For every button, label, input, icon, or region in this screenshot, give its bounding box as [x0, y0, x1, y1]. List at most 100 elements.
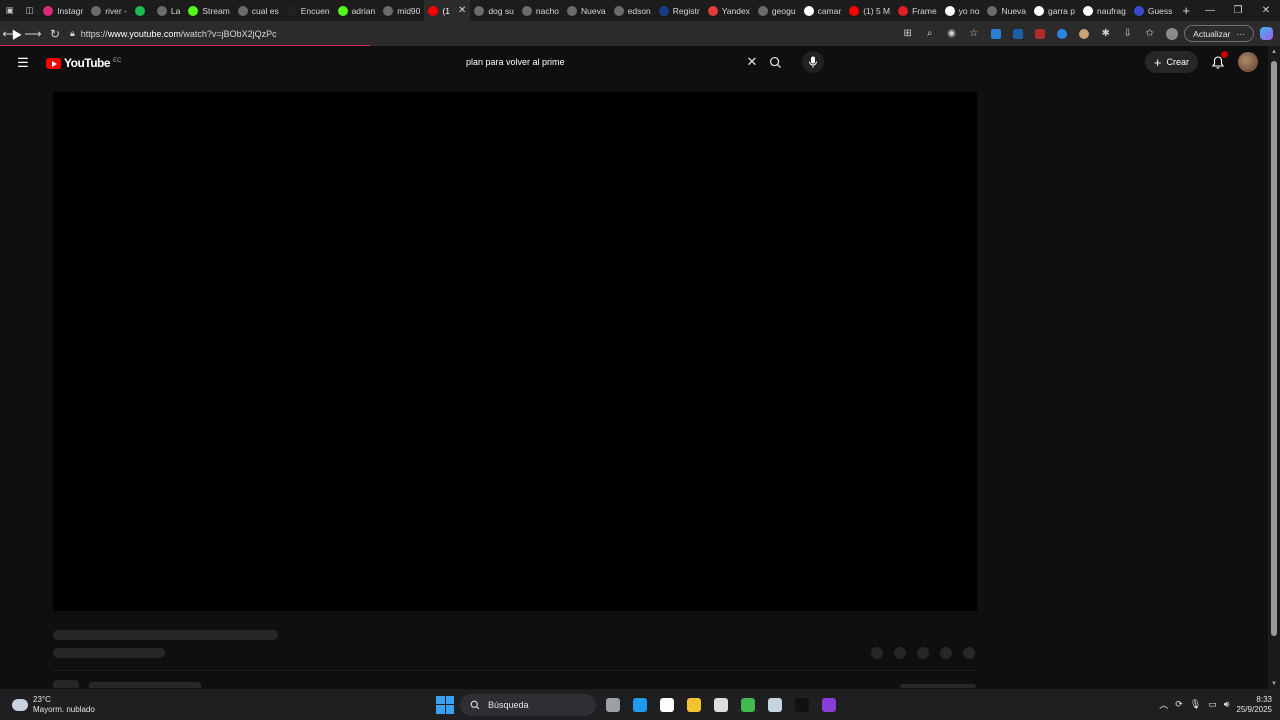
reload-button[interactable]: ↻ — [44, 23, 66, 45]
url-host: www.youtube.com — [107, 28, 181, 39]
tab-favicon-icon — [1034, 5, 1045, 16]
browser-tab[interactable]: Stream — [184, 0, 233, 21]
start-windows-icon[interactable] — [436, 695, 454, 714]
browser-tab[interactable]: cual es — [234, 0, 283, 21]
app-available-icon[interactable]: ⊞ — [898, 24, 917, 43]
browser-tab[interactable]: nacho — [518, 0, 563, 21]
browser-tab[interactable]: (1) 5 M — [845, 0, 894, 21]
clear-search-icon[interactable]: ✕ — [742, 54, 762, 70]
search-box[interactable]: plan para volver al prime ✕ — [457, 51, 762, 73]
notification-badge — [1221, 51, 1228, 58]
favorite-star-icon[interactable]: ☆ — [964, 24, 983, 43]
tab-favicon-icon — [286, 5, 297, 16]
scroll-up-icon[interactable]: ▲ — [1268, 49, 1280, 55]
extension-translate-icon[interactable] — [986, 24, 1005, 43]
forward-button[interactable]: ⟶ — [22, 23, 44, 45]
tracking-prevention-icon[interactable]: ◉ — [942, 24, 961, 43]
chevron-up-icon[interactable]: ︿ — [1159, 698, 1168, 711]
close-tab-icon[interactable]: ✕ — [458, 5, 466, 16]
microphone-icon — [809, 56, 817, 68]
browser-tab[interactable]: La — [153, 0, 184, 21]
guide-menu-icon[interactable]: ☰ — [0, 55, 46, 71]
browser-tab[interactable]: Frame — [894, 0, 941, 21]
browser-tab[interactable]: dog su — [470, 0, 518, 21]
browser-tab[interactable]: Nueva — [983, 0, 1030, 21]
scrollbar-thumb[interactable] — [1271, 61, 1277, 636]
browser-tab[interactable]: yo no — [941, 0, 984, 21]
clock[interactable]: 8:33 25/9/2025 — [1236, 695, 1272, 715]
create-label: Crear — [1166, 57, 1189, 67]
maximize-icon[interactable]: ❐ — [1224, 5, 1252, 16]
close-window-icon[interactable]: ✕ — [1252, 5, 1280, 16]
sync-icon[interactable]: ⟳ — [1175, 699, 1183, 710]
browser-tab[interactable]: Guess — [1130, 0, 1177, 21]
terminal-icon[interactable] — [737, 694, 759, 716]
browser-tab[interactable]: garra p — [1030, 0, 1079, 21]
new-tab-button[interactable]: + — [1176, 3, 1196, 18]
update-label: Actualizar — [1193, 28, 1231, 39]
minimize-icon[interactable]: — — [1196, 5, 1224, 16]
avatar[interactable] — [1238, 52, 1258, 72]
zoom-icon[interactable]: ⌕ — [920, 24, 939, 43]
cloud-icon — [12, 698, 28, 711]
workspaces-icon[interactable]: ▣ — [0, 0, 20, 21]
browser-tab[interactable]: Nueva — [563, 0, 610, 21]
address-bar[interactable]: 🔒︎ https://www.youtube.com/watch?v=jBObX… — [70, 24, 890, 43]
site-info-icon[interactable]: 🔒︎ — [70, 28, 75, 39]
tab-favicon-icon — [91, 5, 102, 16]
chrome-icon[interactable] — [710, 694, 732, 716]
edge-icon[interactable] — [629, 694, 651, 716]
action-placeholder — [940, 647, 952, 659]
microphone-tray-icon[interactable]: 🎙︎ — [1190, 699, 1201, 710]
chrome-icon-glyph — [714, 697, 728, 712]
profile-icon[interactable] — [1162, 24, 1181, 43]
app-icon[interactable] — [791, 694, 813, 716]
search-button[interactable] — [764, 51, 786, 73]
browser-tab[interactable]: river - — [87, 0, 131, 21]
scroll-down-icon[interactable]: ▼ — [1268, 681, 1280, 687]
taskbar-search[interactable]: Búsqueda — [460, 693, 596, 716]
more-options-icon[interactable]: ··· — [1237, 29, 1246, 39]
browser-tab[interactable]: Instagr — [39, 0, 87, 21]
purple-app-icon[interactable] — [818, 694, 840, 716]
create-button[interactable]: + Crear — [1144, 51, 1198, 73]
channel-avatar-placeholder — [53, 680, 79, 688]
favorites-icon[interactable]: ✩ — [1140, 24, 1159, 43]
tab-favicon-icon — [944, 5, 955, 16]
video-player[interactable] — [53, 92, 977, 611]
browser-tab[interactable]: Registr — [655, 0, 704, 21]
task-view-icon[interactable] — [602, 694, 624, 716]
page-scrollbar[interactable]: ▲ ▼ — [1268, 46, 1280, 689]
browser-tab[interactable] — [131, 0, 153, 21]
browser-tab[interactable]: adrian — [334, 0, 380, 21]
copilot-icon[interactable] — [1257, 24, 1276, 43]
extension-shield-icon[interactable] — [1052, 24, 1071, 43]
browser-tab[interactable]: edson — [610, 0, 655, 21]
file-explorer-icon[interactable] — [683, 694, 705, 716]
extensions-puzzle-icon[interactable]: ✱ — [1096, 24, 1115, 43]
browser-tab[interactable]: Encuen — [283, 0, 334, 21]
tab-active[interactable]: (1 ✕ — [424, 0, 471, 21]
extension-audio-icon[interactable] — [1008, 24, 1027, 43]
browser-tab[interactable]: mid90 — [379, 0, 424, 21]
weather-widget[interactable]: 23°C Mayorm. nublado — [0, 695, 200, 715]
youtube-logo[interactable]: YouTube EC — [46, 56, 121, 70]
browser-tab[interactable]: naufrag — [1079, 0, 1130, 21]
downloads-icon[interactable]: ⇩ — [1118, 24, 1137, 43]
search-input[interactable]: plan para volver al prime — [457, 57, 742, 67]
tab-label: Registr — [672, 5, 700, 16]
store-icon[interactable] — [656, 694, 678, 716]
update-button[interactable]: Actualizar ··· — [1184, 25, 1254, 42]
browser-tab[interactable]: camar — [800, 0, 846, 21]
notifications-button[interactable] — [1206, 50, 1230, 74]
browser-tab[interactable]: Yandex — [704, 0, 754, 21]
volume-icon[interactable]: 🔊︎ — [1224, 699, 1230, 710]
steam-icon[interactable] — [764, 694, 786, 716]
network-icon[interactable]: ▭ — [1208, 699, 1217, 710]
extension-cookie-icon[interactable] — [1074, 24, 1093, 43]
tab-actions-icon[interactable]: ◫ — [20, 0, 40, 21]
extension-counter-icon[interactable] — [1030, 24, 1049, 43]
browser-tab[interactable]: geogu — [754, 0, 800, 21]
tab-label: dog su — [488, 5, 514, 16]
voice-search-button[interactable] — [802, 51, 824, 73]
